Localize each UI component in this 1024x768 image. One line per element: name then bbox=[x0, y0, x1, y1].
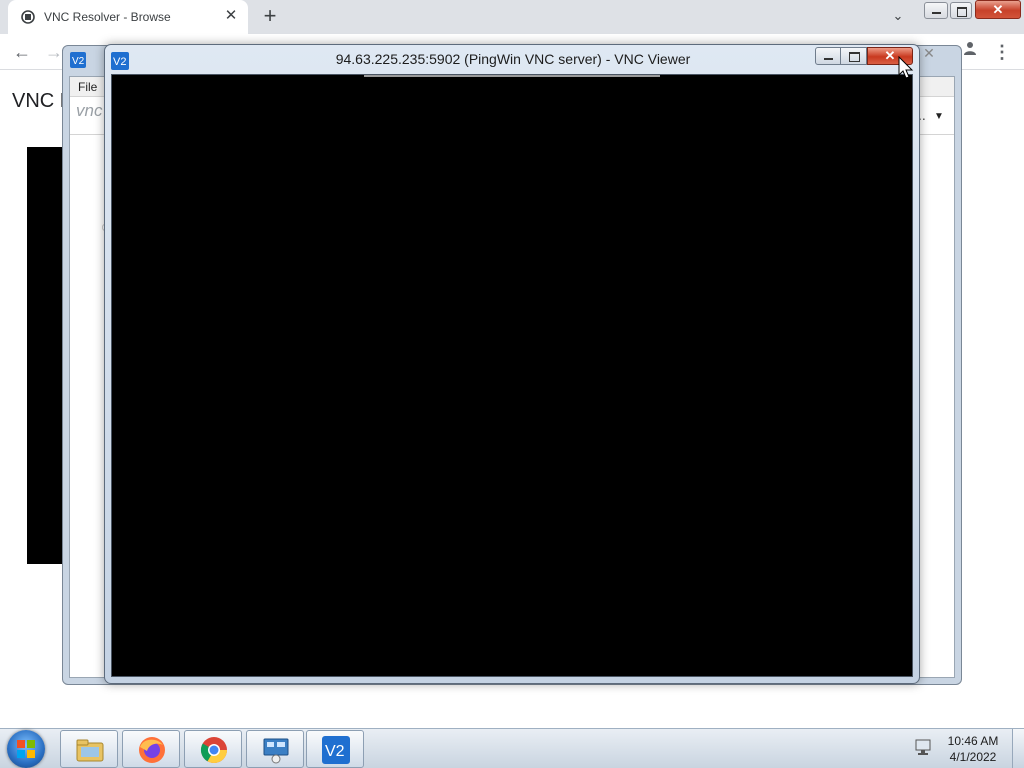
person-icon bbox=[964, 42, 976, 55]
tab-search-icon[interactable]: ⌄ bbox=[888, 8, 908, 28]
folder-icon bbox=[76, 739, 104, 762]
mouse-cursor-icon bbox=[898, 56, 914, 79]
svg-text:V2: V2 bbox=[72, 56, 85, 67]
chrome-minimize-button[interactable] bbox=[924, 2, 948, 19]
start-button[interactable] bbox=[7, 730, 45, 768]
vnc-minimize-button[interactable] bbox=[815, 47, 841, 65]
menu-file[interactable]: File bbox=[78, 80, 97, 94]
show-desktop-button[interactable] bbox=[1012, 729, 1024, 768]
vnc-viewer-icon: V2 bbox=[322, 736, 350, 764]
chrome-icon bbox=[200, 737, 228, 764]
system-clock[interactable]: 10:46 AM 4/1/2022 bbox=[938, 733, 1008, 765]
firefox-icon bbox=[139, 737, 165, 763]
network-monitor-icon bbox=[263, 738, 289, 764]
taskbar-network-app[interactable] bbox=[246, 730, 304, 768]
vnc-resolver-favicon-icon bbox=[21, 10, 35, 24]
tab-close-icon[interactable]: ✕ bbox=[222, 7, 240, 25]
dropdown-arrow-icon[interactable]: ▼ bbox=[934, 111, 944, 122]
taskbar-file-explorer[interactable] bbox=[60, 730, 118, 768]
vnc-window-title: 94.63.225.235:5902 (PingWin VNC server) … bbox=[335, 51, 691, 67]
tab-title: VNC Resolver - Browse bbox=[44, 10, 171, 24]
vnc-logo: vnc bbox=[76, 101, 103, 120]
taskbar-firefox[interactable] bbox=[122, 730, 180, 768]
browser-tab[interactable]: VNC Resolver - Browse ✕ bbox=[8, 0, 248, 34]
taskbar-vnc-viewer[interactable]: V2 bbox=[306, 730, 364, 768]
svg-text:V2: V2 bbox=[325, 743, 345, 760]
network-tray-icon[interactable] bbox=[914, 738, 932, 756]
chrome-maximize-button[interactable] bbox=[950, 2, 972, 19]
taskbar: V2 bbox=[0, 728, 1024, 768]
remote-desktop-screen[interactable] bbox=[111, 74, 913, 677]
tab-strip: VNC Resolver - Browse ✕ + ⌄ ✕ bbox=[0, 0, 1024, 34]
back-arrow-icon[interactable]: ← bbox=[10, 40, 34, 64]
clock-date: 4/1/2022 bbox=[949, 750, 997, 764]
windows-logo-icon bbox=[17, 740, 35, 758]
vnc-session-window: V2 94.63.225.235:5902 (PingWin VNC serve… bbox=[104, 44, 920, 684]
browser-menu-icon[interactable]: ⋮ bbox=[990, 40, 1014, 64]
taskbar-chrome[interactable] bbox=[184, 730, 242, 768]
vnc-maximize-button[interactable] bbox=[841, 47, 867, 65]
vnc-viewer-icon: V2 bbox=[70, 52, 86, 68]
clock-time: 10:46 AM bbox=[947, 734, 999, 748]
chrome-close-button[interactable]: ✕ bbox=[975, 0, 1021, 19]
bg-window-close-icon[interactable]: ✕ bbox=[919, 45, 939, 65]
remote-toolbar-strip bbox=[364, 75, 660, 77]
new-tab-button[interactable]: + bbox=[258, 5, 282, 29]
